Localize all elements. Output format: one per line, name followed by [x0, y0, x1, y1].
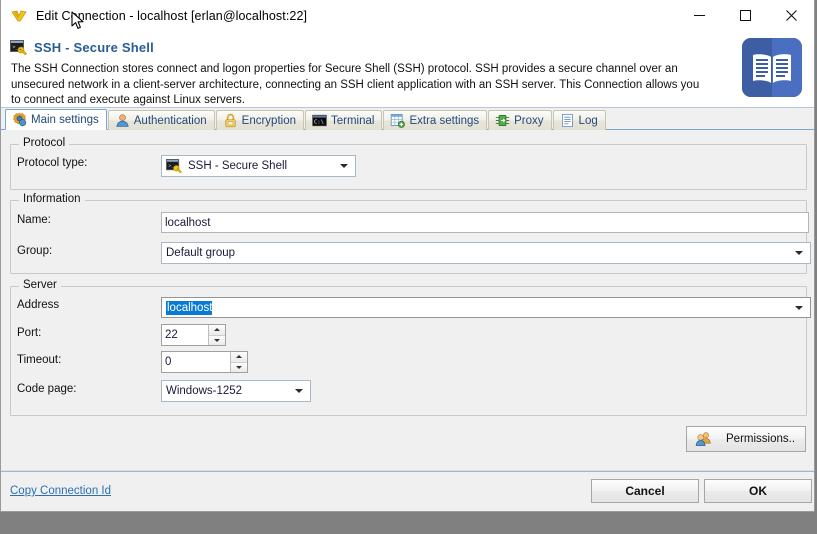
header-panel: >_ SSH - Secure Shell The SSH Connection… [1, 32, 814, 108]
ssh-terminal-key-icon: >_ [10, 39, 28, 55]
book-icon [742, 38, 802, 97]
port-input[interactable] [162, 325, 208, 345]
log-document-icon [560, 113, 575, 128]
timeout-spin-down[interactable] [231, 362, 247, 372]
ssh-terminal-key-icon: >_ [166, 159, 182, 174]
timeout-stepper[interactable] [161, 351, 248, 373]
code-page-combobox[interactable]: Windows-1252 [161, 380, 311, 402]
grid-plus-icon [390, 113, 406, 128]
port-label: Port: [17, 327, 42, 339]
header-description: The SSH Connection stores connect and lo… [11, 63, 700, 106]
edit-connection-window: Edit Connection - localhost [erlan@local… [0, 0, 815, 512]
users-icon [695, 431, 712, 447]
tab-log[interactable]: Log [552, 110, 606, 130]
protocol-group-legend: Protocol [19, 137, 70, 149]
group-value: Default group [166, 247, 236, 259]
information-group-legend: Information [19, 193, 85, 205]
tab-extra-settings[interactable]: Extra settings [383, 110, 488, 130]
connection-icon [10, 7, 28, 25]
tab-authentication[interactable]: Authentication [107, 110, 215, 130]
tab-label: Terminal [331, 114, 375, 127]
port-spin-buttons[interactable] [208, 325, 225, 345]
desktop-taskbar [0, 512, 817, 534]
caption-buttons [676, 0, 814, 31]
timeout-label: Timeout: [17, 354, 62, 366]
window-title: Edit Connection - localhost [erlan@local… [36, 8, 308, 23]
address-value: localhost [166, 300, 213, 315]
address-combobox[interactable]: localhost [161, 297, 811, 318]
tab-terminal[interactable]: C:\ Terminal [305, 110, 383, 130]
main-settings-panel: Protocol Protocol type: >_ SSH - Secure … [1, 130, 814, 479]
maximize-button[interactable] [722, 0, 768, 31]
tab-label: Main settings [31, 113, 99, 126]
protocol-type-value: SSH - Secure Shell [188, 160, 288, 172]
gear-icon [12, 112, 27, 127]
header-title: SSH - Secure Shell [34, 39, 154, 55]
code-page-value: Windows-1252 [166, 385, 243, 397]
title-bar: Edit Connection - localhost [erlan@local… [1, 0, 814, 32]
ok-button[interactable]: OK [704, 479, 812, 503]
port-spin-down[interactable] [209, 335, 225, 345]
ok-button-label: OK [749, 484, 767, 498]
group-combobox[interactable]: Default group [161, 242, 811, 264]
tab-label: Extra settings [409, 114, 480, 127]
code-page-label: Code page: [17, 383, 77, 395]
server-group: Server Address localhost Port: Timeout: [10, 279, 811, 416]
tab-label: Log [578, 114, 598, 127]
tab-main-settings[interactable]: Main settings [5, 109, 107, 130]
chevron-down-icon [295, 389, 303, 393]
tab-label: Proxy [514, 114, 544, 127]
group-label: Group: [17, 245, 53, 257]
chevron-down-icon [795, 305, 803, 310]
name-label: Name: [17, 214, 51, 226]
permissions-button[interactable]: Permissions.. [686, 426, 806, 452]
header-title-row: >_ SSH - Secure Shell [1, 37, 814, 57]
timeout-spin-buttons[interactable] [230, 352, 247, 372]
timeout-spin-up[interactable] [231, 352, 247, 363]
tab-label: Authentication [133, 114, 207, 127]
address-label: Address [17, 299, 60, 311]
proxy-icon [495, 113, 510, 128]
protocol-type-combobox[interactable]: >_ SSH - Secure Shell [161, 155, 356, 177]
tab-label: Encryption [241, 114, 296, 127]
footer-divider [1, 471, 814, 472]
chevron-down-icon [340, 164, 348, 168]
timeout-input[interactable] [162, 352, 230, 372]
copy-connection-id-link[interactable]: Copy Connection Id [10, 485, 111, 497]
user-icon [115, 113, 130, 128]
server-group-legend: Server [19, 279, 61, 291]
protocol-group: Protocol Protocol type: >_ SSH - Secure … [10, 137, 807, 190]
name-input[interactable] [161, 212, 809, 233]
protocol-type-label: Protocol type: [17, 157, 88, 169]
close-button[interactable] [768, 0, 814, 31]
tab-proxy[interactable]: Proxy [488, 110, 552, 130]
dialog-footer: Copy Connection Id Cancel OK [1, 470, 814, 511]
tab-encryption[interactable]: Encryption [215, 110, 304, 130]
permissions-button-label: Permissions.. [726, 433, 796, 445]
information-group: Information Name: Group: Default group [10, 193, 811, 274]
svg-text:C:\: C:\ [314, 119, 324, 125]
tab-strip: Main settings Authentication Encryption [1, 108, 814, 130]
port-spin-up[interactable] [209, 325, 225, 336]
cancel-button[interactable]: Cancel [591, 479, 699, 503]
port-stepper[interactable] [161, 324, 226, 346]
minimize-button[interactable] [676, 0, 722, 31]
cancel-button-label: Cancel [625, 484, 665, 498]
console-icon: C:\ [312, 113, 327, 128]
chevron-down-icon [795, 251, 803, 255]
padlock-icon [223, 113, 238, 128]
